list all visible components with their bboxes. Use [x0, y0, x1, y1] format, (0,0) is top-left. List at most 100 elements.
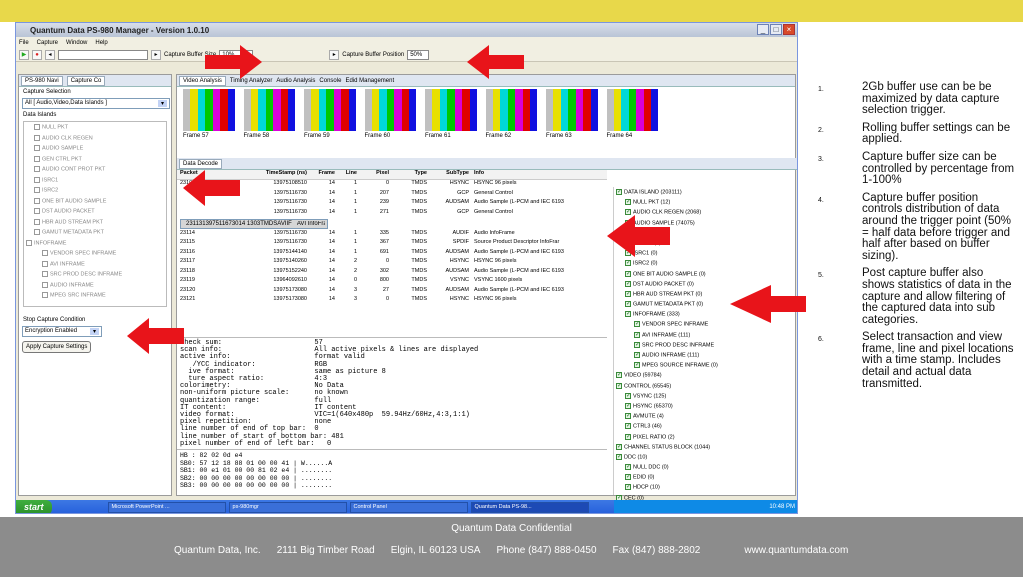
checkbox-icon[interactable]: ✓: [625, 484, 631, 491]
col-subtype[interactable]: SubType: [427, 170, 469, 179]
col-timestamp[interactable]: TimeStamp (ns): [229, 170, 307, 179]
frame-thumbnail[interactable]: Frame 59: [304, 89, 356, 149]
checkbox-icon[interactable]: ✓: [634, 352, 640, 358]
checkbox-icon[interactable]: [26, 239, 32, 246]
stop-condition-dropdown[interactable]: Encryption Enabled ▾: [22, 326, 102, 337]
frame-thumbnail[interactable]: Frame 58: [243, 89, 296, 149]
island-item[interactable]: INFOFRAME: [26, 239, 164, 251]
task-powerpoint[interactable]: Microsoft PowerPoint ...: [107, 502, 226, 513]
checkbox-icon[interactable]: [42, 281, 48, 288]
frame-thumbnail[interactable]: Frame 62: [485, 89, 538, 149]
tree-item[interactable]: ✓ ISRC1 (0): [616, 250, 791, 260]
tab-audio-analysis[interactable]: Audio Analysis: [276, 78, 315, 84]
frame-thumbnail[interactable]: Frame 63: [546, 89, 598, 149]
island-item[interactable]: GAMUT METADATA PKT: [26, 229, 164, 240]
footer-web[interactable]: www.quantumdata.com: [744, 545, 848, 556]
tree-item[interactable]: ✓ EDID (0): [616, 474, 791, 484]
island-item[interactable]: GEN CTRL PKT: [26, 155, 164, 167]
table-row[interactable]: 13975116730 14 1 239 TMDS AUDSAM Audio Sample …: [177, 199, 607, 209]
task-quantum-data[interactable]: Quantum Data PS-98...: [470, 502, 589, 513]
tab-timing-analyzer[interactable]: Timing Analyzer: [230, 78, 272, 84]
island-item[interactable]: NULL PKT: [26, 124, 164, 135]
buffer-size-input[interactable]: 10%: [219, 49, 254, 60]
tree-item[interactable]: ✓ NULL DDC (0): [616, 464, 791, 474]
menu-file[interactable]: File: [19, 40, 29, 46]
play-icon[interactable]: ▶: [19, 49, 29, 60]
tree-item[interactable]: ✓ PIXEL RATIO (2): [616, 433, 791, 444]
checkbox-icon[interactable]: ✓: [616, 443, 622, 450]
table-row[interactable]: 23120 13975173080 14 3 27 TMDS AUDSAM Audio Sam…: [177, 287, 607, 297]
tree-item[interactable]: ✓ HDCP (10): [616, 484, 791, 494]
island-item[interactable]: AUDIO CONT PROT PKT: [26, 166, 164, 177]
checkbox-icon[interactable]: ✓: [625, 301, 631, 308]
tree-item[interactable]: ✓ GAMUT METADATA PKT (0): [616, 301, 791, 311]
tab-data-decode[interactable]: Data Decode: [179, 158, 223, 169]
col-frame[interactable]: Frame: [307, 170, 335, 179]
island-item[interactable]: VENDOR SPEC INFRAME: [26, 250, 164, 261]
checkbox-icon[interactable]: ✓: [625, 199, 631, 206]
island-item[interactable]: AVI INFRAME: [26, 260, 164, 272]
checkbox-icon[interactable]: ✓: [616, 372, 622, 379]
tree-item[interactable]: ✓ DATA ISLAND (203111): [616, 189, 791, 199]
checkbox-icon[interactable]: ✓: [634, 321, 640, 328]
position-forward-icon[interactable]: ▸: [329, 49, 340, 60]
checkbox-icon[interactable]: ✓: [625, 280, 631, 287]
tree-item[interactable]: ✓ MPEG SOURCE INFRAME (0): [616, 362, 791, 372]
tree-item[interactable]: ✓ AVI INFRAME (111): [616, 331, 791, 342]
checkbox-icon[interactable]: ✓: [625, 311, 631, 318]
tab-edid-management[interactable]: Edid Management: [345, 78, 394, 84]
checkbox-icon[interactable]: ✓: [625, 229, 631, 236]
checkbox-icon[interactable]: ✓: [625, 250, 631, 257]
col-pixel[interactable]: Pixel: [357, 170, 389, 179]
checkbox-icon[interactable]: ✓: [625, 413, 631, 420]
tree-item[interactable]: ✓ AUDIO SAMPLE (74075): [616, 219, 791, 230]
table-row[interactable]: 23121 13975173080 14 3 0 TMDS HSYNC HSYNC 96 pi…: [177, 296, 607, 306]
checkbox-icon[interactable]: [34, 155, 40, 162]
checkbox-icon[interactable]: [34, 176, 40, 183]
tab-video-analysis[interactable]: Video Analysis: [179, 75, 226, 86]
checkbox-icon[interactable]: [42, 260, 48, 267]
tree-item[interactable]: ✓ NULL PKT (12): [616, 199, 791, 209]
frame-thumbnail[interactable]: Frame 64: [606, 89, 659, 149]
frame-thumbnail[interactable]: Frame 61: [425, 89, 477, 149]
tree-item[interactable]: ✓ VENDOR SPEC INFRAME: [616, 321, 791, 331]
task-control-panel[interactable]: Control Panel: [349, 502, 468, 513]
island-item[interactable]: ONE BIT AUDIO SAMPLE: [26, 197, 164, 209]
tree-item[interactable]: ✓ INFOFRAME (333): [616, 311, 791, 321]
tree-item[interactable]: ✓ ONE BIT AUDIO SAMPLE (0): [616, 270, 791, 281]
island-item[interactable]: DST AUDIO PACKET: [26, 208, 164, 219]
checkbox-icon[interactable]: ✓: [625, 209, 631, 216]
checkbox-icon[interactable]: ✓: [616, 382, 622, 389]
minimize-icon[interactable]: _: [757, 24, 769, 35]
back-icon[interactable]: ◂: [45, 49, 55, 60]
tree-item[interactable]: ✓ DST AUDIO PACKET (0): [616, 280, 791, 291]
tree-item[interactable]: ✓ OT PKT (0): [616, 239, 791, 250]
maximize-icon[interactable]: □: [770, 24, 782, 35]
frame-thumbnail[interactable]: Frame 57: [183, 89, 235, 149]
tree-item[interactable]: ✓ SRC PROD DESC INFRAME: [616, 341, 791, 352]
island-item[interactable]: SRC PROD DESC INFRAME: [26, 271, 164, 282]
table-row[interactable]: 23118 13975152240 14 2 302 TMDS AUDSAM Audio Sa…: [177, 268, 607, 278]
task-ps980mgr[interactable]: ps-980mgr: [228, 502, 347, 513]
checkbox-icon[interactable]: [34, 145, 40, 151]
checkbox-icon[interactable]: ✓: [634, 362, 640, 369]
tree-item[interactable]: ✓ AUDIO CLK REGEN (2068): [616, 209, 791, 219]
checkbox-icon[interactable]: ✓: [634, 341, 640, 348]
checkbox-icon[interactable]: ✓: [625, 474, 631, 481]
checkbox-icon[interactable]: [34, 134, 40, 141]
island-item[interactable]: AUDIO CLK REGEN: [26, 134, 164, 146]
col-line[interactable]: Line: [335, 170, 357, 179]
checkbox-icon[interactable]: ✓: [625, 239, 631, 246]
col-packet[interactable]: Packet: [177, 170, 229, 179]
checkbox-icon[interactable]: ✓: [625, 290, 631, 297]
checkbox-icon[interactable]: ✓: [625, 402, 631, 409]
tree-item[interactable]: ✓ VIDEO (59784): [616, 372, 791, 382]
tree-item[interactable]: ✓ (248): [616, 229, 791, 240]
col-info[interactable]: Info: [469, 170, 597, 179]
checkbox-icon[interactable]: ✓: [616, 453, 622, 460]
tree-item[interactable]: ✓ DDC (10): [616, 453, 791, 464]
checkbox-icon[interactable]: [34, 229, 40, 235]
menu-window[interactable]: Window: [66, 40, 87, 46]
tree-item[interactable]: ✓ AVMUTE (4): [616, 413, 791, 423]
table-row[interactable]: 13975116730 14 1 207 TMDS GCP General Control: [177, 190, 607, 200]
